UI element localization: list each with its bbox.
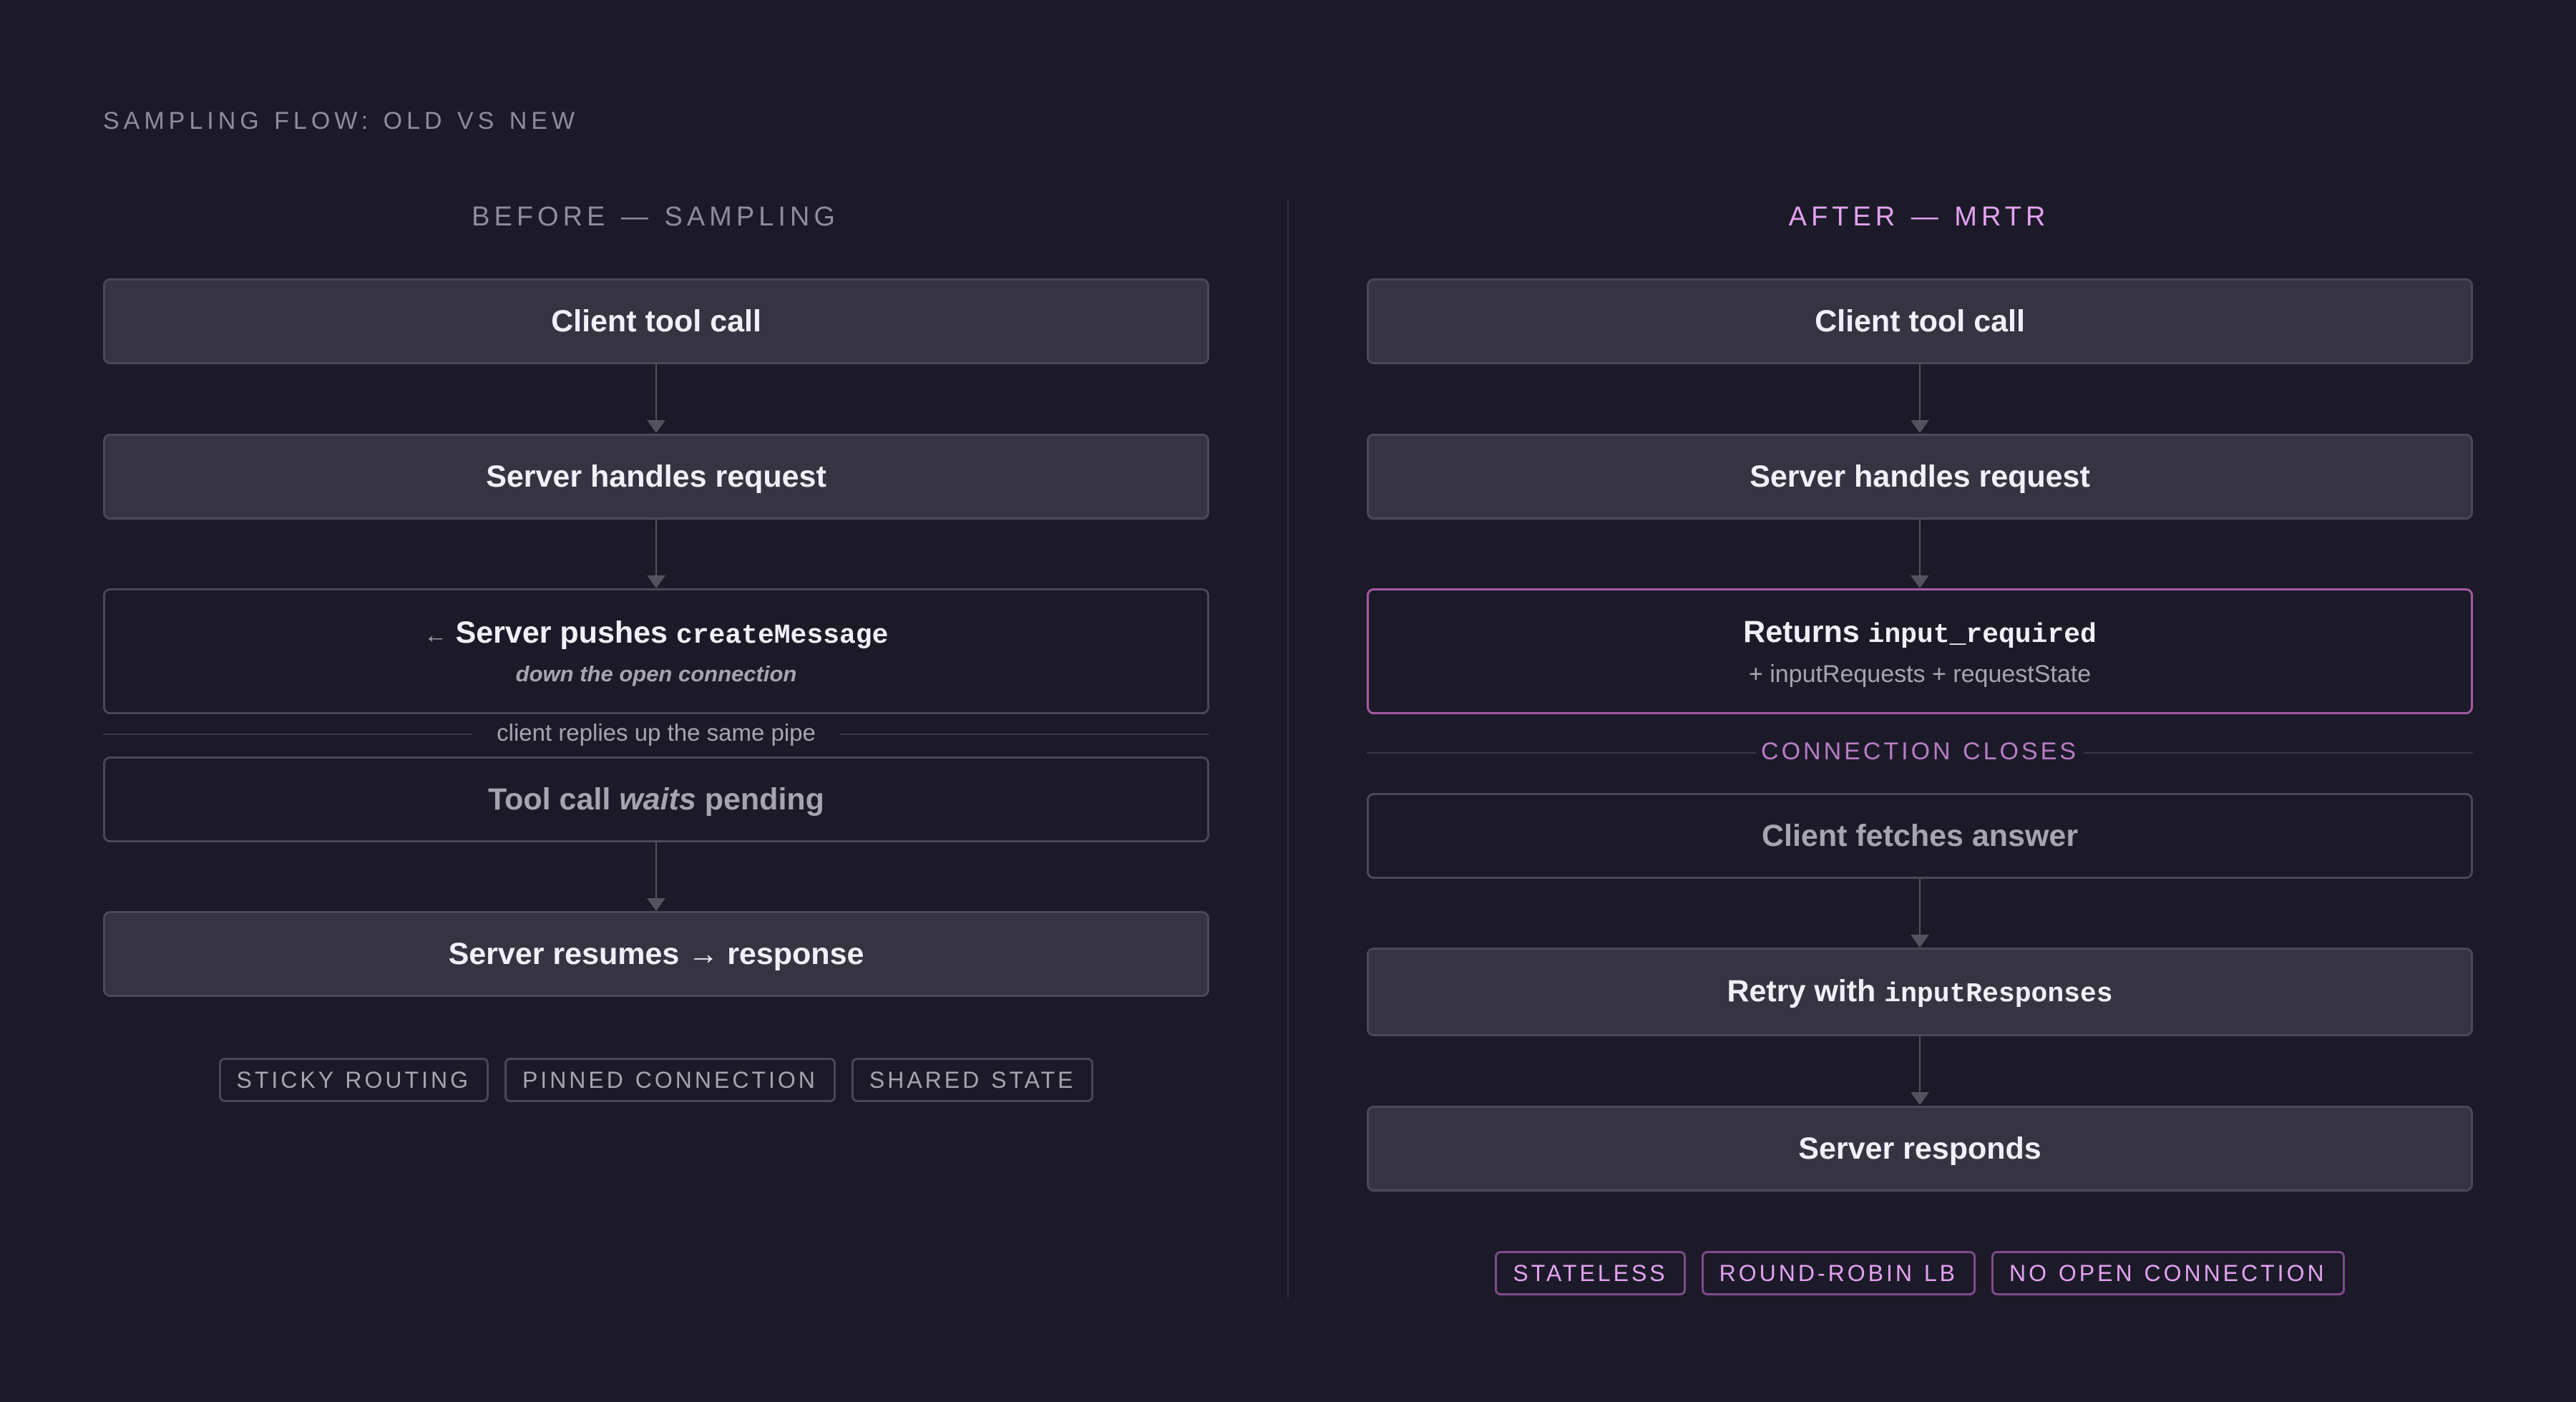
after-step4-label: Client fetches answer: [1761, 818, 2079, 853]
after-step-returns-input-required: Returns input_required + inputRequests +…: [1367, 588, 2473, 714]
after-step2-label: Server handles request: [1750, 459, 2090, 494]
before-step4-pre: Tool call: [488, 782, 611, 817]
separator-line-right: [840, 734, 1209, 735]
before-step-server-handles-request: Server handles request: [103, 434, 1209, 520]
tag-no-open-connection: NO OPEN CONNECTION: [1991, 1251, 2345, 1295]
before-step-server-resumes: Server resumes → response: [103, 911, 1209, 997]
arrow-connector: [655, 520, 657, 575]
after-step3-text: Returns: [1743, 614, 1860, 649]
arrow-connector: [1919, 520, 1921, 575]
after-step3-code: input_required: [1868, 619, 2097, 651]
after-step3-sub: + inputRequests + requestState: [1748, 660, 2092, 688]
arrow-connector: [655, 842, 657, 898]
arrow-connector: [1919, 1036, 1921, 1092]
arrow-down-icon: [647, 420, 665, 433]
before-step4-line: Tool call waits pending: [488, 782, 824, 817]
arrow-down-icon: [1911, 1092, 1929, 1105]
arrow-down-icon: [647, 575, 665, 588]
arrow-left-icon: ←: [424, 622, 447, 648]
after-step5-code: inputResponses: [1884, 979, 2113, 1010]
before-step-tool-call-waits: Tool call waits pending: [103, 756, 1209, 842]
after-step-client-fetches-answer: Client fetches answer: [1367, 793, 2473, 879]
tag-pinned-connection: PINNED CONNECTION: [504, 1058, 836, 1102]
before-tags: STICKY ROUTING PINNED CONNECTION SHARED …: [103, 1058, 1209, 1102]
separator-line-right: [2084, 752, 2473, 754]
arrow-connector: [655, 364, 657, 420]
before-step4-em: waits: [619, 782, 696, 817]
column-divider: [1287, 200, 1289, 1298]
separator-line-left: [103, 734, 472, 735]
after-step-server-handles-request: Server handles request: [1367, 434, 2473, 520]
after-separator-label: CONNECTION CLOSES: [1761, 738, 2079, 765]
before-step3-text: Server pushes: [455, 615, 668, 650]
arrow-down-icon: [1911, 420, 1929, 433]
separator-line-left: [1367, 752, 1756, 754]
after-step1-label: Client tool call: [1815, 303, 2025, 339]
arrow-connector: [1919, 364, 1921, 420]
before-separator-label: client replies up the same pipe: [497, 719, 816, 746]
before-step3-sub: down the open connection: [515, 661, 797, 686]
before-step-server-pushes: ← Server pushes createMessage down the o…: [103, 588, 1209, 714]
tag-stateless: STATELESS: [1495, 1251, 1686, 1295]
arrow-down-icon: [647, 898, 665, 911]
before-step2-label: Server handles request: [486, 459, 826, 494]
before-step5-label: Server resumes → response: [448, 936, 864, 971]
after-step-client-tool-call: Client tool call: [1367, 278, 2473, 364]
after-step6-label: Server responds: [1798, 1131, 2041, 1166]
after-tags: STATELESS ROUND-ROBIN LB NO OPEN CONNECT…: [1367, 1251, 2473, 1295]
arrow-down-icon: [1911, 935, 1929, 948]
before-step1-label: Client tool call: [551, 303, 761, 339]
after-heading: AFTER — MRTR: [1788, 202, 2050, 232]
after-step-server-responds: Server responds: [1367, 1106, 2473, 1192]
after-step5-text: Retry with: [1727, 974, 1876, 1008]
page-title: SAMPLING FLOW: OLD VS NEW: [103, 107, 580, 135]
tag-round-robin-lb: ROUND-ROBIN LB: [1701, 1251, 1976, 1295]
before-step3-line: ← Server pushes createMessage: [424, 615, 889, 651]
arrow-connector: [1919, 879, 1921, 943]
before-heading: BEFORE — SAMPLING: [472, 202, 839, 232]
after-step-retry-with-input-responses: Retry with inputResponses: [1367, 948, 2473, 1036]
after-step3-line: Returns input_required: [1743, 615, 2097, 651]
before-step4-post: pending: [704, 782, 824, 817]
arrow-down-icon: [1911, 575, 1929, 588]
tag-shared-state: SHARED STATE: [851, 1058, 1094, 1102]
before-step-client-tool-call: Client tool call: [103, 278, 1209, 364]
before-step3-code: createMessage: [675, 620, 889, 651]
after-step5-line: Retry with inputResponses: [1727, 974, 2112, 1010]
tag-sticky-routing: STICKY ROUTING: [218, 1058, 489, 1102]
